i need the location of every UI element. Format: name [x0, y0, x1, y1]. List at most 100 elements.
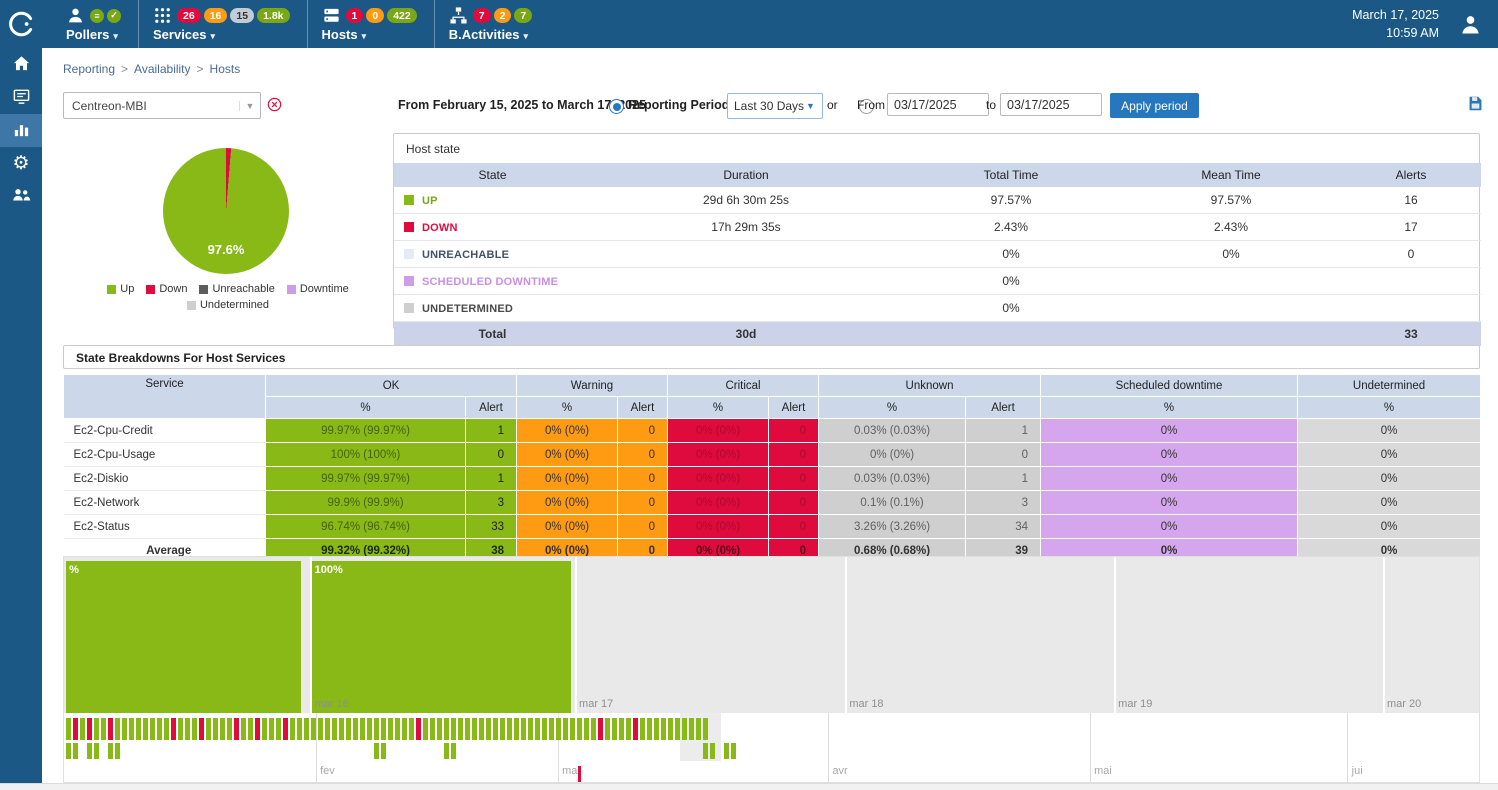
- unknown-percent: 0.03% (0.03%): [819, 419, 966, 443]
- breakdown-table: Service OK Warning Critical Unknown Sche…: [63, 374, 1481, 563]
- breakdown-row: Ec2-Diskio99.97% (99.97%)10% (0%)00% (0%…: [64, 467, 1481, 491]
- host-state-row: SCHEDULED DOWNTIME0%: [394, 268, 1481, 295]
- main-content: Reporting>Availability>Hosts Centreon-MB…: [42, 48, 1498, 790]
- period-select-value: Last 30 Days: [728, 99, 806, 113]
- unknown-alert: 1: [966, 467, 1041, 491]
- top-menu-bactivities[interactable]: 727 B.Activities▾: [434, 0, 550, 48]
- to-date-input[interactable]: [1000, 93, 1102, 116]
- top-menu-services[interactable]: 2616151.8k Services▾: [138, 0, 307, 48]
- brush-gap: [395, 743, 400, 759]
- top-menu-label-services[interactable]: Services▾: [153, 27, 293, 42]
- home-icon: [12, 54, 31, 76]
- apply-period-button[interactable]: Apply period: [1110, 93, 1199, 118]
- brush-gap: [213, 743, 218, 759]
- brush-gap: [689, 743, 694, 759]
- state-cell: SCHEDULED DOWNTIME: [394, 268, 591, 295]
- warning-alert: 0: [618, 515, 668, 539]
- reporting-period-radio[interactable]: [609, 99, 624, 114]
- brush-bar-up: [542, 718, 547, 740]
- col-ok: OK: [266, 375, 517, 397]
- hosts-badge-warning[interactable]: 0: [366, 8, 384, 23]
- sidebar-item-reporting[interactable]: [0, 114, 42, 147]
- total-time-cell: 0%: [901, 295, 1121, 322]
- col-state: State: [394, 163, 591, 187]
- top-menu-label-hosts[interactable]: Hosts▾: [322, 27, 420, 42]
- brush-bar-down: [598, 718, 603, 740]
- alerts-cell: [1341, 295, 1481, 322]
- breadcrumb-availability[interactable]: Availability: [134, 62, 190, 76]
- availability-bar: %: [66, 561, 301, 713]
- top-menu-label-pollers[interactable]: Pollers▾: [66, 27, 124, 42]
- centreon-logo[interactable]: [0, 0, 42, 48]
- user-menu-icon[interactable]: [1457, 11, 1484, 38]
- top-menu-label-bactivities[interactable]: B.Activities▾: [449, 27, 536, 42]
- brush-bar-up: [556, 718, 561, 740]
- brush-bar-up: [178, 718, 183, 740]
- brush-gap: [563, 743, 568, 759]
- services-badge-warning[interactable]: 16: [204, 8, 228, 23]
- critical-alert: 0: [769, 419, 819, 443]
- top-menu-pollers[interactable]: ≡✓Pollers▾: [52, 0, 138, 48]
- brush-gap: [535, 743, 540, 759]
- brush-bar-up: [388, 718, 393, 740]
- brush-bar-up: [451, 718, 456, 740]
- top-menu-hosts[interactable]: 10422 Hosts▾: [307, 0, 434, 48]
- col-scheduled-downtime: Scheduled downtime: [1041, 375, 1298, 397]
- ok-alert: 1: [466, 467, 517, 491]
- brush-gap: [430, 743, 435, 759]
- ok-percent: 99.9% (99.9%): [266, 491, 466, 515]
- services-badge-critical[interactable]: 26: [177, 8, 201, 23]
- brush-bar-up: [101, 718, 106, 740]
- hosts-badge-critical[interactable]: 1: [346, 8, 364, 23]
- scheduled-downtime-percent: 0%: [1041, 419, 1298, 443]
- sidebar-item-administration[interactable]: [0, 180, 42, 213]
- export-icon[interactable]: [1467, 95, 1484, 115]
- brush-gap: [318, 743, 323, 759]
- legend-item-down: Down: [146, 283, 187, 295]
- warning-percent: 0% (0%): [517, 419, 618, 443]
- duration-cell: 17h 29m 35s: [591, 214, 901, 241]
- timeline-brush[interactable]: fevmaravrmaijui: [64, 713, 1479, 782]
- bactivities-badge-warning[interactable]: 2: [494, 8, 512, 23]
- sidebar-item-configuration[interactable]: ⚙: [0, 147, 42, 180]
- period-select[interactable]: Last 30 Days ▼: [727, 93, 823, 119]
- brush-bar-up: [311, 718, 316, 740]
- chevron-down-icon: ▾: [524, 31, 529, 41]
- horizontal-scrollbar[interactable]: [0, 783, 1498, 790]
- bactivities-badge-critical[interactable]: 7: [473, 8, 491, 23]
- brush-bar-up: [94, 743, 99, 759]
- brush-gap: [542, 743, 547, 759]
- col-critical: Critical: [668, 375, 819, 397]
- host-state-row: UP29d 6h 30m 25s97.57%97.57%16: [394, 187, 1481, 214]
- from-date-input[interactable]: [887, 93, 989, 116]
- brush-axis-label: mai: [1094, 765, 1112, 777]
- breadcrumb-hosts[interactable]: Hosts: [210, 62, 241, 76]
- brush-bar-up: [150, 718, 155, 740]
- unknown-alert: 0: [966, 443, 1041, 467]
- hosts-icon: [322, 6, 341, 25]
- host-select[interactable]: Centreon-MBI ▼: [63, 92, 261, 119]
- sidebar-item-home[interactable]: [0, 48, 42, 81]
- services-badge-unknown[interactable]: 15: [230, 8, 254, 23]
- clear-host-icon[interactable]: [267, 97, 282, 115]
- state-cell: UNREACHABLE: [394, 241, 591, 268]
- service-name: Ec2-Diskio: [64, 467, 266, 491]
- brush-bar-up: [241, 718, 246, 740]
- sidebar-item-monitoring[interactable]: [0, 81, 42, 114]
- pollers-status-icon: ✓: [107, 9, 121, 23]
- bactivities-badge-ok[interactable]: 7: [514, 8, 532, 23]
- service-name: Ec2-Status: [64, 515, 266, 539]
- breadcrumb-reporting[interactable]: Reporting: [63, 62, 115, 76]
- brush-gap: [409, 743, 414, 759]
- brush-bar-up: [675, 718, 680, 740]
- col-warning: Warning: [517, 375, 668, 397]
- ok-alert: 1: [466, 419, 517, 443]
- brush-bar-up: [528, 718, 533, 740]
- pollers-icon: [66, 6, 85, 25]
- brush-gap: [640, 743, 645, 759]
- current-date: March 17, 2025: [1352, 6, 1439, 24]
- hosts-badge-ok[interactable]: 422: [387, 8, 417, 23]
- services-badge-ok[interactable]: 1.8k: [257, 8, 289, 23]
- timeline-plot: %100%mar 16mar 17mar 18mar 19mar 20: [64, 557, 1479, 713]
- brush-bar-up: [423, 718, 428, 740]
